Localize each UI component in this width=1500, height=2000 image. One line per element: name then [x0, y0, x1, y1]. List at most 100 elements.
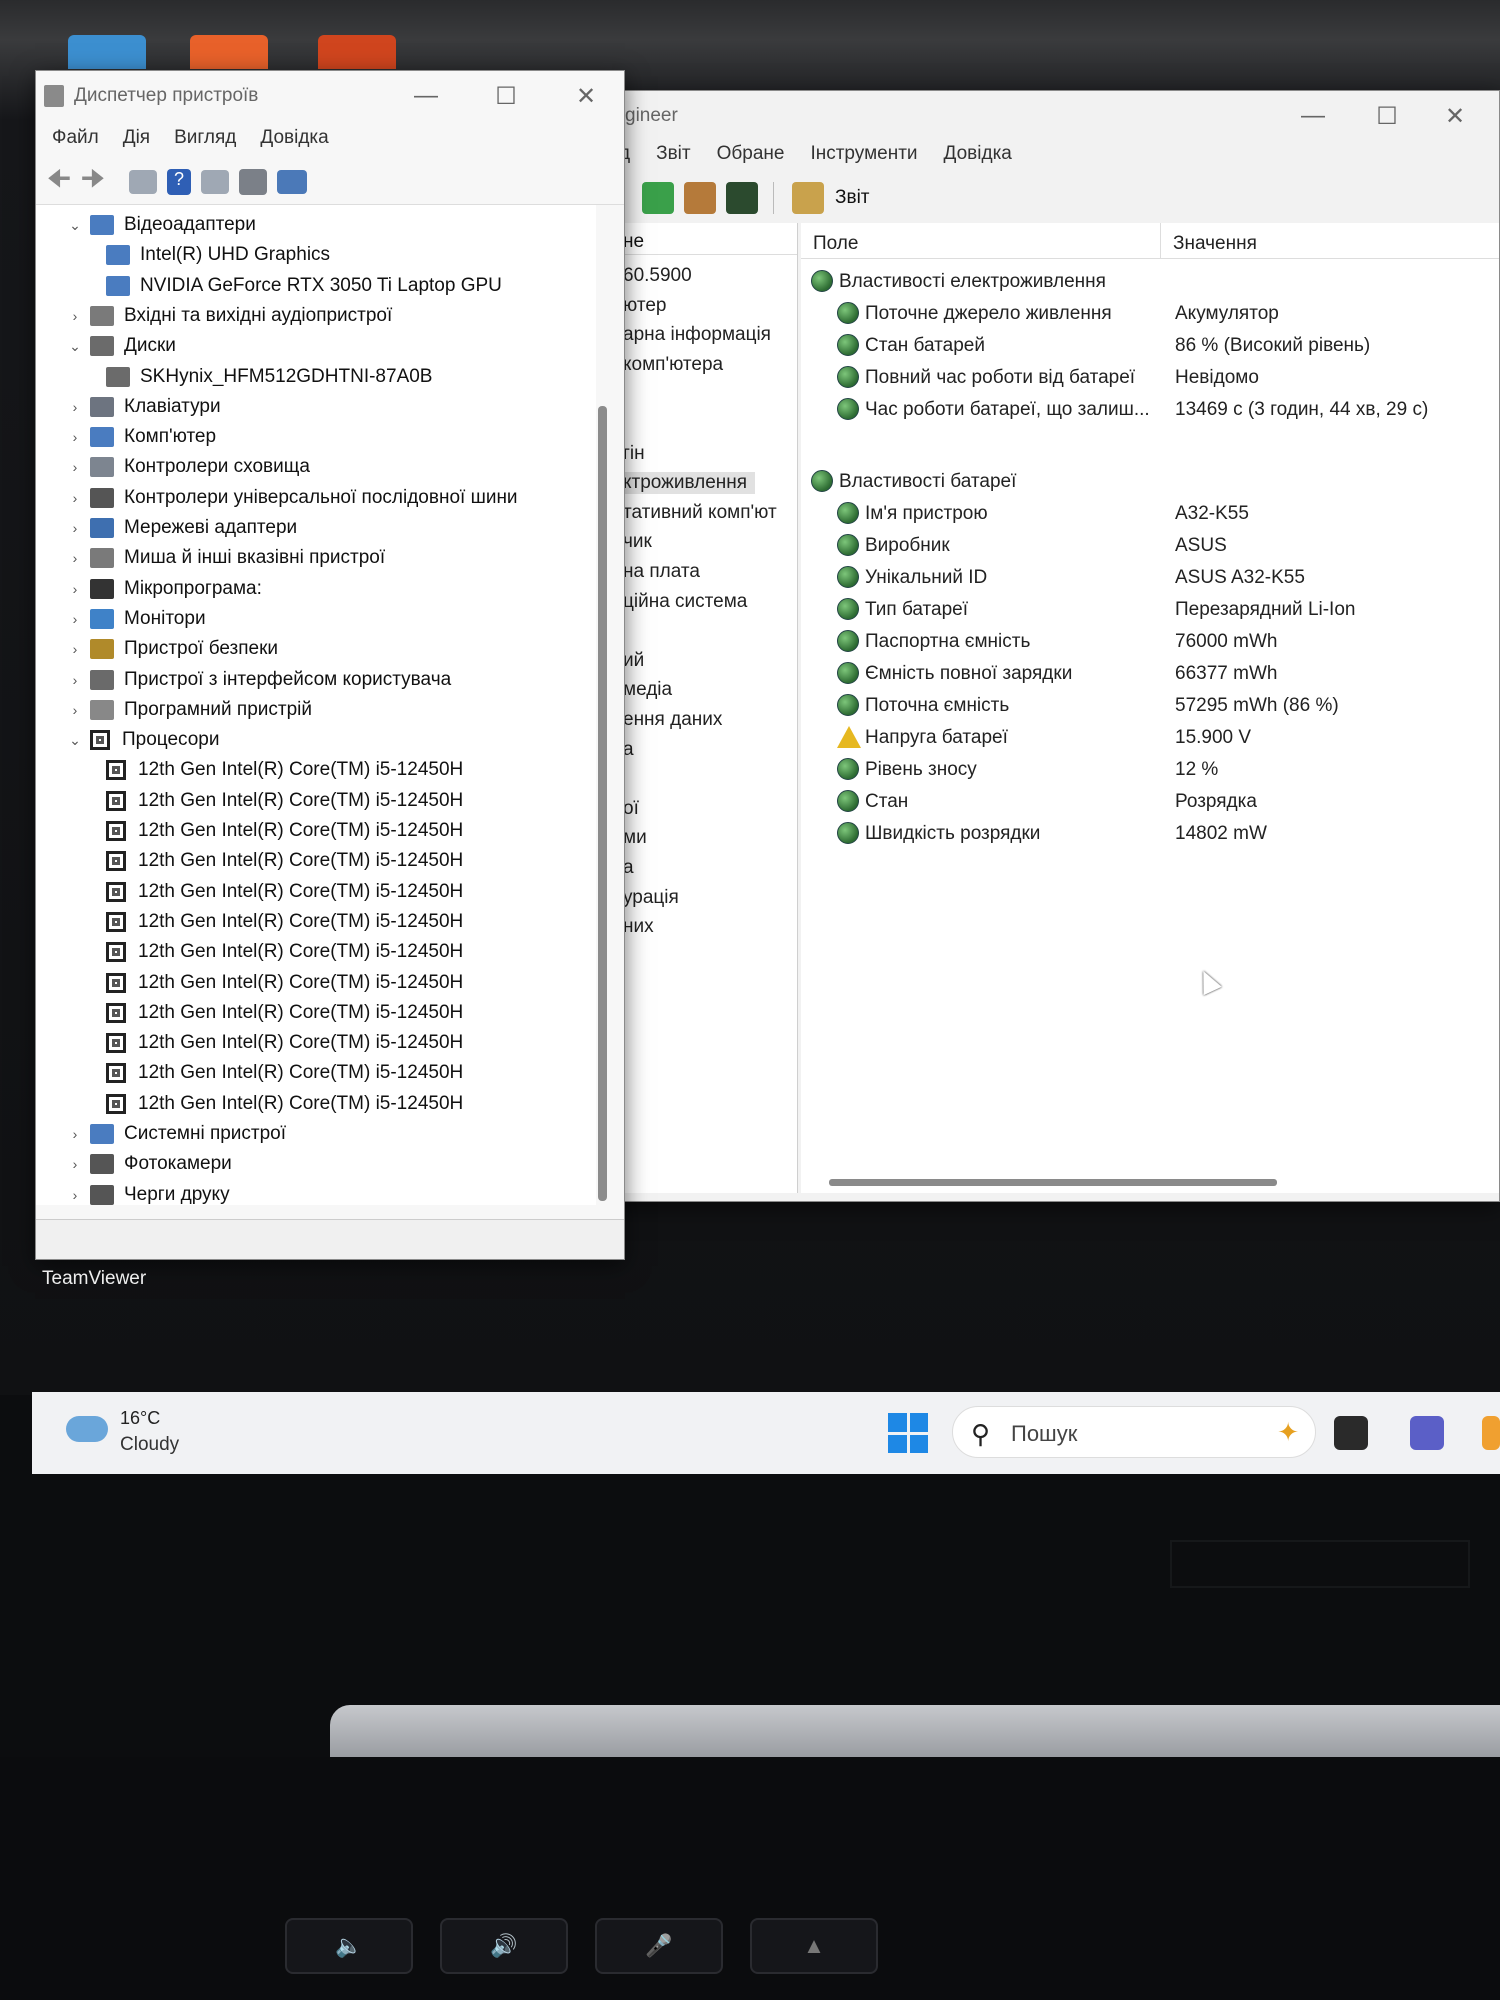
property-row[interactable]: Паспортна ємність 76000 mWh	[801, 627, 1499, 657]
chevron-right-icon[interactable]: ›	[66, 1126, 84, 1142]
menu-item-help[interactable]: Довідка	[931, 143, 1025, 165]
property-row[interactable]: Час роботи батареї, що залиш... 13469 с (…	[801, 395, 1499, 425]
chevron-down-icon[interactable]: ⌄	[66, 338, 84, 355]
weather-description[interactable]: Cloudy	[120, 1434, 179, 1456]
nav-item[interactable]: медіа	[623, 679, 672, 701]
device-item[interactable]: 12th Gen Intel(R) Core(TM) i5-12450H	[100, 1090, 463, 1118]
device-category[interactable]: › Контролери сховища	[66, 453, 310, 481]
aida-titlebar[interactable]: gineer — ☐ ✕	[613, 91, 1499, 141]
desktop-app-icon[interactable]	[190, 35, 268, 69]
minimize-icon[interactable]: —	[1293, 99, 1333, 133]
device-item[interactable]: SKHynix_HFM512GDHTNI-87A0B	[100, 363, 432, 391]
property-row[interactable]: Напруга батареї 15.900 V	[801, 723, 1499, 753]
grid-view-icon[interactable]	[201, 169, 229, 194]
device-category[interactable]: › Мережеві адаптери	[66, 514, 297, 542]
property-row[interactable]: Тип батареї Перезарядний Li-Ion	[801, 595, 1499, 625]
report-button-label[interactable]: Звіт	[835, 187, 870, 209]
property-row[interactable]: Унікальний ID ASUS A32-K55	[801, 563, 1499, 593]
menu-item-view[interactable]: Вигляд	[162, 127, 248, 149]
windows-start-icon[interactable]	[888, 1413, 928, 1453]
help-icon[interactable]: ?	[167, 168, 191, 195]
maximize-icon[interactable]: ☐	[486, 79, 526, 113]
nav-item[interactable]: ий	[623, 650, 644, 672]
property-row[interactable]: Стан Розрядка	[801, 787, 1499, 817]
nav-item[interactable]: ційна система	[623, 591, 747, 613]
chevron-right-icon[interactable]: ›	[66, 672, 84, 688]
property-row[interactable]: Ім'я пристрою A32-K55	[801, 499, 1499, 529]
device-item[interactable]: Intel(R) UHD Graphics	[100, 241, 330, 269]
device-item[interactable]: 12th Gen Intel(R) Core(TM) i5-12450H	[100, 1059, 463, 1087]
nav-item[interactable]: ення даних	[623, 709, 722, 731]
monitor-icon[interactable]	[726, 182, 758, 214]
device-category[interactable]: › Пристрої з інтерфейсом користувача	[66, 666, 451, 694]
device-item[interactable]: 12th Gen Intel(R) Core(TM) i5-12450H	[100, 938, 463, 966]
taskbar-search-box[interactable]: ⚲ Пошук ✦	[952, 1406, 1316, 1458]
nav-item[interactable]: арна інформація	[623, 324, 771, 346]
nav-item[interactable]: ктроживлення	[615, 472, 756, 495]
device-category[interactable]: › Програмний пристрій	[66, 696, 312, 724]
nav-item[interactable]: гін	[623, 443, 645, 465]
chevron-right-icon[interactable]: ›	[66, 308, 84, 324]
property-row[interactable]: Поточна ємність 57295 mWh (86 %)	[801, 691, 1499, 721]
device-category[interactable]: › Пристрої безпеки	[66, 635, 278, 663]
property-row[interactable]: Повний час роботи від батареї Невідомо	[801, 363, 1499, 393]
nav-item[interactable]: них	[623, 916, 654, 938]
menu-item-action[interactable]: Дія	[111, 127, 162, 149]
chevron-right-icon[interactable]: ›	[66, 490, 84, 506]
menu-item-help[interactable]: Довідка	[248, 127, 340, 149]
device-category[interactable]: › Системні пристрої	[66, 1120, 286, 1148]
refresh-icon[interactable]	[642, 182, 674, 214]
device-category[interactable]: › Фотокамери	[66, 1150, 232, 1178]
chevron-right-icon[interactable]: ›	[66, 1156, 84, 1172]
chevron-right-icon[interactable]: ›	[66, 550, 84, 566]
desktop-app-icon[interactable]	[318, 35, 396, 69]
device-category[interactable]: ⌄ Відеоадаптери	[66, 211, 256, 239]
chevron-right-icon[interactable]: ›	[66, 702, 84, 718]
nav-item[interactable]: ої	[623, 798, 639, 820]
device-item[interactable]: 12th Gen Intel(R) Core(TM) i5-12450H	[100, 817, 463, 845]
property-row[interactable]: Ємність повної зарядки 66377 mWh	[801, 659, 1499, 689]
menu-item-file[interactable]: Файл	[40, 127, 111, 149]
scan-hardware-icon[interactable]	[277, 169, 307, 194]
chevron-down-icon[interactable]: ⌄	[66, 217, 84, 234]
update-driver-icon[interactable]	[239, 168, 267, 195]
report-icon[interactable]	[792, 182, 824, 214]
chevron-right-icon[interactable]: ›	[66, 429, 84, 445]
desktop-app-icon[interactable]	[68, 35, 146, 69]
device-item[interactable]: 12th Gen Intel(R) Core(TM) i5-12450H	[100, 787, 463, 815]
menu-item-favorites[interactable]: Обране	[704, 143, 798, 165]
close-icon[interactable]: ✕	[566, 79, 606, 113]
nav-item[interactable]: комп'ютера	[623, 354, 723, 376]
menu-item-tools[interactable]: Інструменти	[797, 143, 930, 165]
device-category[interactable]: › Комп'ютер	[66, 423, 216, 451]
device-item[interactable]: NVIDIA GeForce RTX 3050 Ti Laptop GPU	[100, 272, 502, 300]
device-category[interactable]: ⌄ Процесори	[66, 726, 220, 754]
chevron-down-icon[interactable]: ⌄	[66, 732, 84, 749]
nav-item[interactable]: ми	[623, 827, 647, 849]
nav-item[interactable]: ютер	[623, 295, 666, 317]
nav-item[interactable]: на плата	[623, 561, 700, 583]
chevron-right-icon[interactable]: ›	[66, 399, 84, 415]
sparkle-icon[interactable]: ✦	[1277, 1417, 1299, 1448]
task-view-icon[interactable]	[1334, 1416, 1368, 1450]
chevron-right-icon[interactable]: ›	[66, 641, 84, 657]
nav-item[interactable]: чик	[623, 531, 652, 553]
menu-item-report[interactable]: Звіт	[643, 143, 704, 165]
app-icon[interactable]	[1482, 1416, 1500, 1450]
device-item[interactable]: 12th Gen Intel(R) Core(TM) i5-12450H	[100, 908, 463, 936]
nav-item[interactable]: тативний комп'ют	[623, 502, 777, 524]
close-icon[interactable]: ✕	[1435, 99, 1475, 133]
column-header-field[interactable]: Поле	[801, 223, 1161, 259]
minimize-icon[interactable]: —	[406, 79, 446, 113]
forward-arrow-icon[interactable]: 🠊	[76, 160, 110, 204]
property-row[interactable]: Рівень зносу 12 %	[801, 755, 1499, 785]
device-category[interactable]: › Вхідні та вихідні аудіопристрої	[66, 302, 392, 330]
property-row[interactable]: Швидкість розрядки 14802 mW	[801, 819, 1499, 849]
device-manager-titlebar[interactable]: Диспетчер пристроїв — ☐ ✕	[36, 71, 624, 121]
device-category[interactable]: › Мікропрограма:	[66, 575, 262, 603]
device-category[interactable]: › Клавіатури	[66, 393, 221, 421]
horizontal-scrollbar[interactable]	[829, 1179, 1277, 1186]
device-item[interactable]: 12th Gen Intel(R) Core(TM) i5-12450H	[100, 878, 463, 906]
device-item[interactable]: 12th Gen Intel(R) Core(TM) i5-12450H	[100, 969, 463, 997]
device-category[interactable]: › Монітори	[66, 605, 206, 633]
